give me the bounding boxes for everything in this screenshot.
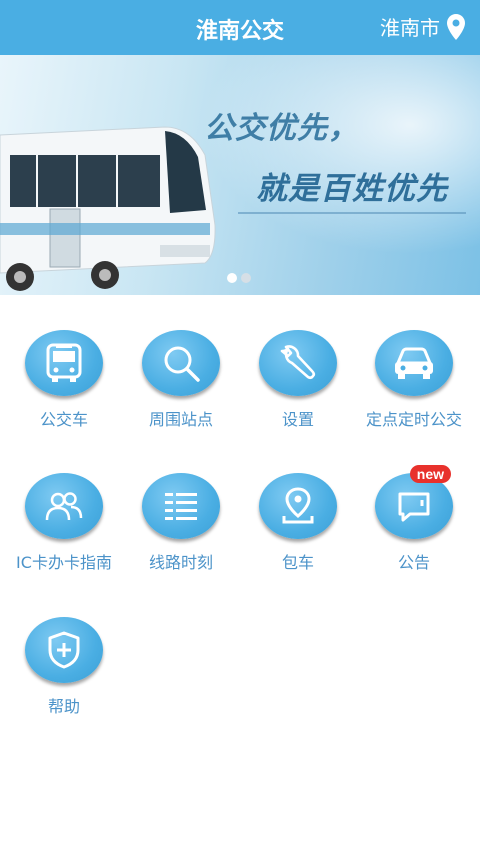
menu-icon-circle <box>142 330 220 396</box>
menu-icon-circle <box>375 330 453 396</box>
chat-icon <box>398 492 430 522</box>
menu-label: IC卡办卡指南 <box>16 553 112 572</box>
menu-item-nearby-stations[interactable]: 周围站点 <box>121 330 241 430</box>
menu-item-help[interactable]: 帮助 <box>4 617 124 717</box>
menu-item-scheduled-bus[interactable]: 定点定时公交 <box>354 330 474 430</box>
menu-icon-circle: new <box>375 465 453 539</box>
city-selector[interactable]: 淮南市 <box>380 12 466 41</box>
slogan-line-1: 公交优先， <box>204 111 359 146</box>
wrench-icon <box>280 345 316 380</box>
car-icon <box>395 347 433 379</box>
menu-label: 线路时刻 <box>148 553 213 572</box>
carousel-dot[interactable] <box>227 273 237 283</box>
menu-icon-circle <box>259 330 337 396</box>
carousel-dot[interactable] <box>241 273 251 283</box>
list-icon <box>165 493 197 520</box>
menu-item-announcements[interactable]: new 公告 <box>354 465 474 573</box>
users-icon <box>45 492 83 521</box>
menu-item-charter[interactable]: 包车 <box>238 473 358 573</box>
banner-light <box>200 55 480 255</box>
location-pin-icon <box>447 13 465 40</box>
shield-plus-icon <box>48 631 80 669</box>
new-badge: new <box>409 465 451 483</box>
menu-label: 定点定时公交 <box>365 410 462 429</box>
search-icon <box>164 346 200 382</box>
menu-icon-circle <box>25 330 103 396</box>
menu-item-route-schedule[interactable]: 线路时刻 <box>121 473 241 573</box>
menu-label: 公交车 <box>39 410 88 429</box>
slogan-line-2: 就是百姓优先 <box>256 171 448 207</box>
menu-item-ic-card-guide[interactable]: IC卡办卡指南 <box>4 473 124 573</box>
menu-icon-circle <box>25 473 103 539</box>
city-label: 淮南市 <box>380 16 440 40</box>
top-bar: 淮南公交 淮南市 <box>0 0 480 55</box>
menu-item-settings[interactable]: 设置 <box>238 330 358 430</box>
menu-label: 周围站点 <box>148 410 213 429</box>
menu-label: 包车 <box>281 553 314 572</box>
menu-icon-circle <box>142 473 220 539</box>
menu-label: 设置 <box>281 410 314 429</box>
carousel-indicator <box>227 273 251 283</box>
menu-label: 帮助 <box>47 697 80 716</box>
location-pin-icon <box>282 487 314 524</box>
menu-label: 公告 <box>397 553 430 572</box>
bus-icon <box>46 343 82 382</box>
menu-icon-circle <box>259 473 337 539</box>
menu-item-bus[interactable]: 公交车 <box>4 330 124 430</box>
menu-icon-circle <box>25 617 103 683</box>
promo-banner[interactable]: 公交优先， 就是百姓优先 <box>0 55 480 295</box>
slogan-underline <box>238 212 466 214</box>
